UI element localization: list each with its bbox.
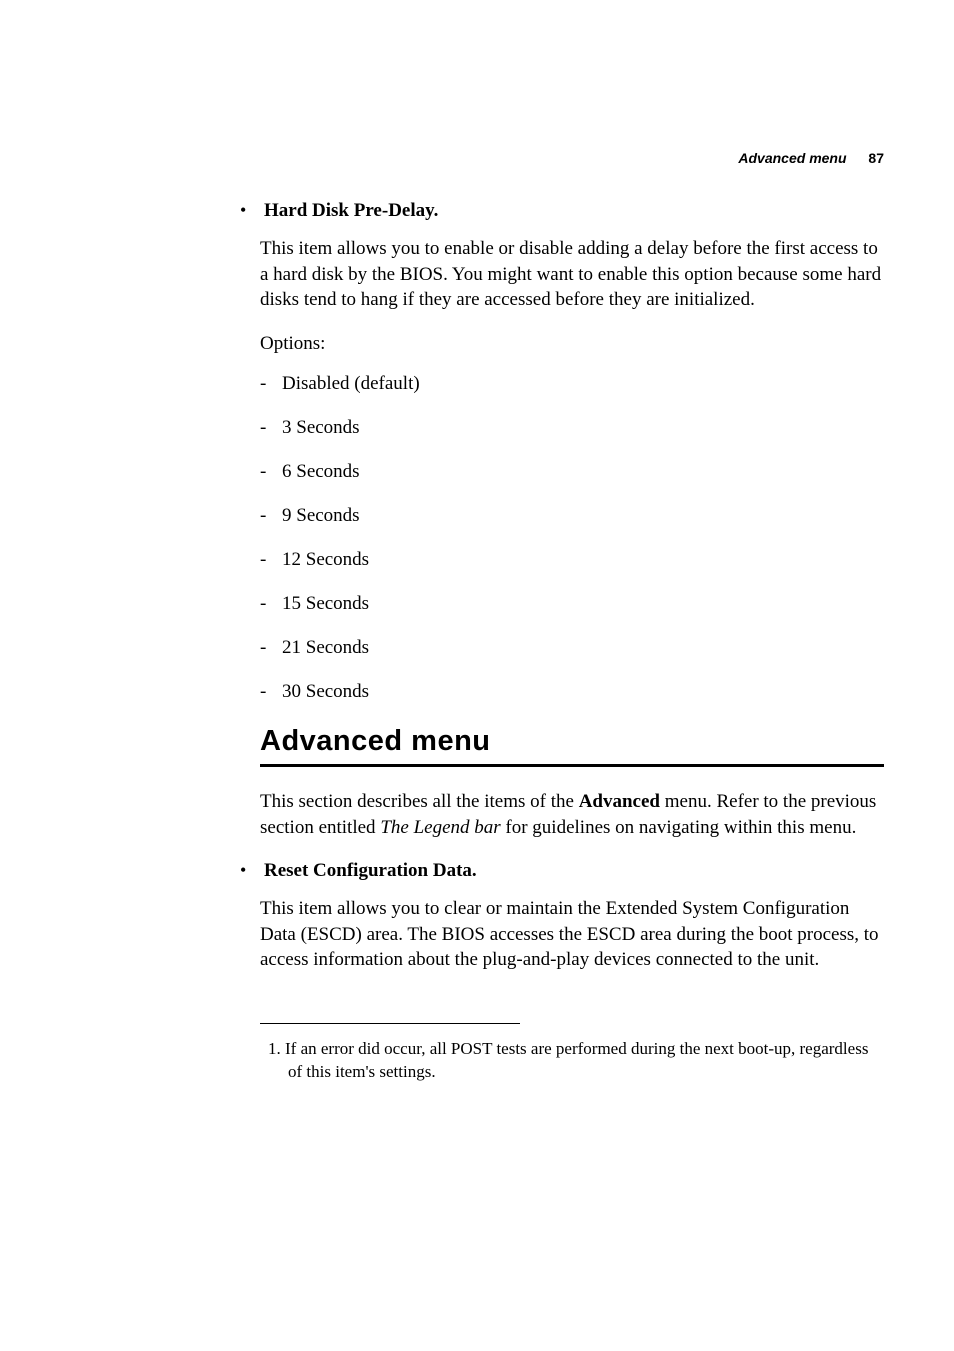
option-item: -6 Seconds: [260, 461, 884, 483]
header-title: Advanced menu: [738, 150, 846, 166]
page-number: 87: [868, 150, 884, 166]
option-item: -9 Seconds: [260, 505, 884, 527]
intro-bold: Advanced: [579, 791, 660, 812]
options-label: Options:: [260, 333, 884, 355]
footnote: 1. If an error did occur, all POST tests…: [260, 1038, 884, 1084]
option-item: -Disabled (default): [260, 373, 884, 395]
reset-config-desc: This item allows you to clear or maintai…: [260, 896, 884, 973]
intro-text: for guidelines on navigating within this…: [501, 817, 857, 838]
option-text: 12 Seconds: [282, 549, 369, 570]
option-text: 30 Seconds: [282, 681, 369, 702]
option-text: 21 Seconds: [282, 637, 369, 658]
bullet-marker: •: [240, 860, 260, 881]
option-text: 3 Seconds: [282, 417, 360, 438]
option-text: Disabled (default): [282, 373, 420, 394]
reset-config-item: • Reset Configuration Data.: [240, 860, 884, 882]
bullet-marker: •: [240, 200, 260, 221]
section-divider: [260, 764, 884, 767]
intro-text: This section describes all the items of …: [260, 791, 579, 812]
option-text: 9 Seconds: [282, 505, 360, 526]
hard-disk-predelay-item: • Hard Disk Pre-Delay.: [240, 200, 884, 222]
reset-config-title: Reset Configuration Data.: [264, 860, 477, 882]
option-item: -21 Seconds: [260, 637, 884, 659]
options-list: -Disabled (default) -3 Seconds -6 Second…: [260, 373, 884, 703]
advanced-menu-heading: Advanced menu: [260, 725, 884, 758]
option-item: -30 Seconds: [260, 681, 884, 703]
option-item: -15 Seconds: [260, 593, 884, 615]
footnote-marker: 1.: [268, 1039, 281, 1058]
advanced-menu-intro: This section describes all the items of …: [260, 789, 884, 840]
hard-disk-predelay-title: Hard Disk Pre-Delay.: [264, 200, 438, 222]
option-text: 15 Seconds: [282, 593, 369, 614]
hard-disk-predelay-desc: This item allows you to enable or disabl…: [260, 236, 884, 313]
footnote-divider: [260, 1023, 520, 1024]
option-item: -12 Seconds: [260, 549, 884, 571]
page-content: • Hard Disk Pre-Delay. This item allows …: [260, 200, 884, 1084]
intro-ital: The Legend bar: [380, 817, 500, 838]
page-header: Advanced menu 87: [738, 150, 884, 166]
footnote-text: If an error did occur, all POST tests ar…: [285, 1039, 868, 1081]
option-item: -3 Seconds: [260, 417, 884, 439]
option-text: 6 Seconds: [282, 461, 360, 482]
